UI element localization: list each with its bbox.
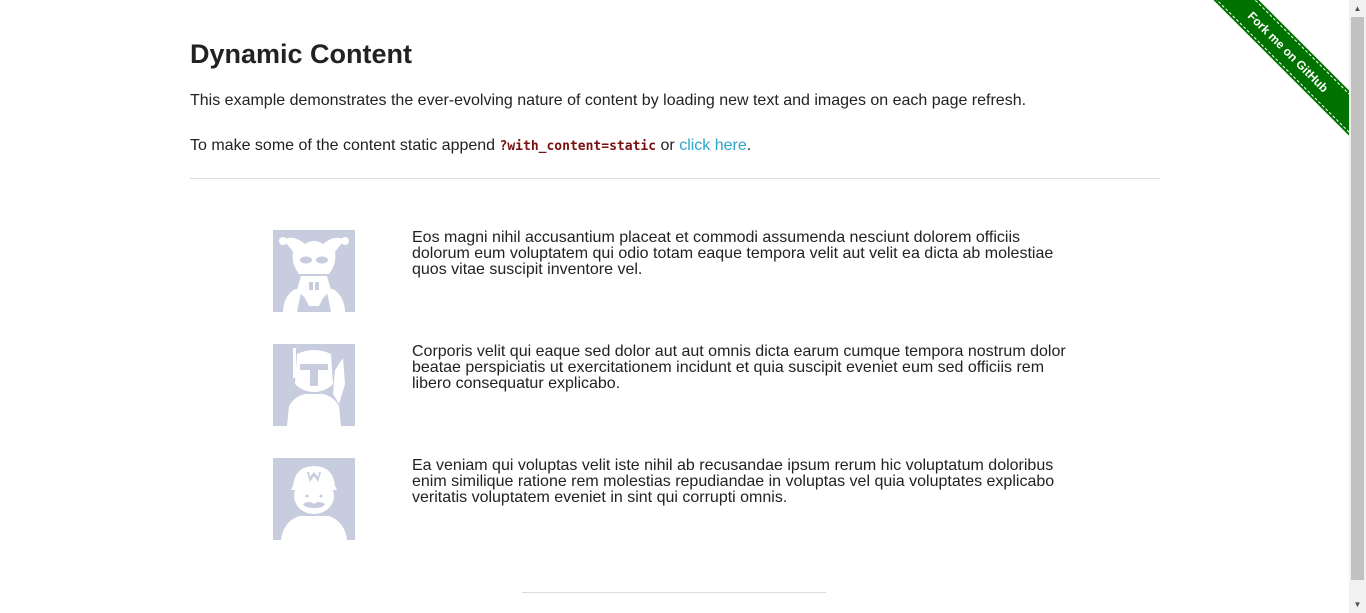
- main-content: Dynamic Content This example demonstrate…: [190, 0, 1160, 613]
- static-mid: or: [656, 137, 680, 154]
- static-instructions: To make some of the content static appen…: [190, 136, 751, 157]
- helmet-avatar-icon: [273, 344, 355, 426]
- header-divider: [190, 178, 1160, 179]
- static-param-code: ?with_content=static: [499, 139, 657, 154]
- row-text: Eos magni nihil accusantium placeat et c…: [412, 229, 1054, 278]
- static-suffix: .: [746, 137, 752, 154]
- click-here-link[interactable]: click here: [679, 137, 747, 154]
- jester-avatar-icon: [273, 230, 355, 312]
- fork-me-on-github-link[interactable]: Fork me on GitHub: [1207, 0, 1350, 133]
- vertical-scrollbar[interactable]: ▲ ▼: [1349, 0, 1366, 613]
- github-ribbon[interactable]: Fork me on GitHub: [1201, 0, 1350, 149]
- footer-divider: [522, 592, 826, 593]
- row-text: Corporis velit qui eaque sed dolor aut a…: [412, 343, 1066, 392]
- page-title: Dynamic Content: [190, 39, 413, 69]
- scroll-up-arrow-icon[interactable]: ▲: [1349, 0, 1366, 17]
- content-row: Eos magni nihil accusantium placeat et c…: [273, 230, 1073, 312]
- static-prefix: To make some of the content static appen…: [190, 137, 500, 154]
- content-row: Corporis velit qui eaque sed dolor aut a…: [273, 344, 1073, 426]
- content-row: Ea veniam qui voluptas velit iste nihil …: [273, 458, 1073, 540]
- scroll-down-arrow-icon[interactable]: ▼: [1349, 596, 1366, 613]
- intro-text: This example demonstrates the ever-evolv…: [190, 92, 1027, 109]
- plumber-avatar-icon: [273, 458, 355, 540]
- scrollbar-thumb[interactable]: [1351, 17, 1364, 580]
- row-text: Ea veniam qui voluptas velit iste nihil …: [412, 457, 1055, 506]
